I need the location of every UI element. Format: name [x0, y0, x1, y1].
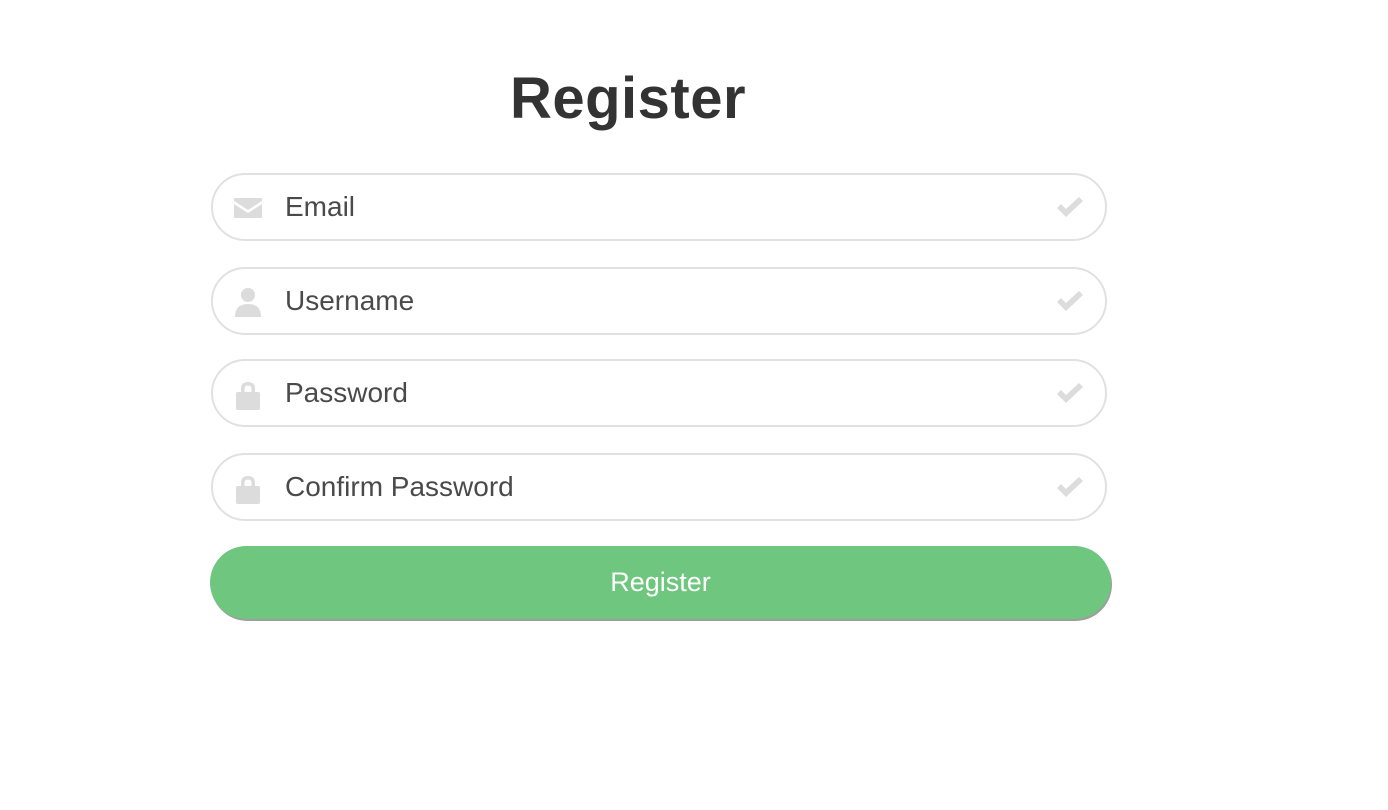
- password-field[interactable]: [211, 359, 1107, 427]
- page-title: Register: [509, 66, 747, 131]
- check-icon: [1055, 382, 1085, 406]
- check-icon: [1055, 196, 1085, 220]
- lock-icon: [233, 473, 265, 504]
- email-field[interactable]: [211, 173, 1107, 241]
- username-field[interactable]: [211, 267, 1107, 335]
- lock-icon: [233, 379, 265, 410]
- check-icon: [1055, 290, 1085, 314]
- confirm-password-input[interactable]: [285, 455, 1045, 519]
- register-button[interactable]: Register: [210, 546, 1111, 619]
- password-input[interactable]: [285, 361, 1045, 425]
- username-input[interactable]: [285, 269, 1045, 333]
- confirm-password-field[interactable]: [211, 453, 1107, 521]
- check-icon: [1055, 476, 1085, 500]
- user-icon: [233, 287, 265, 317]
- envelope-icon: [233, 193, 265, 223]
- email-input[interactable]: [285, 175, 1045, 239]
